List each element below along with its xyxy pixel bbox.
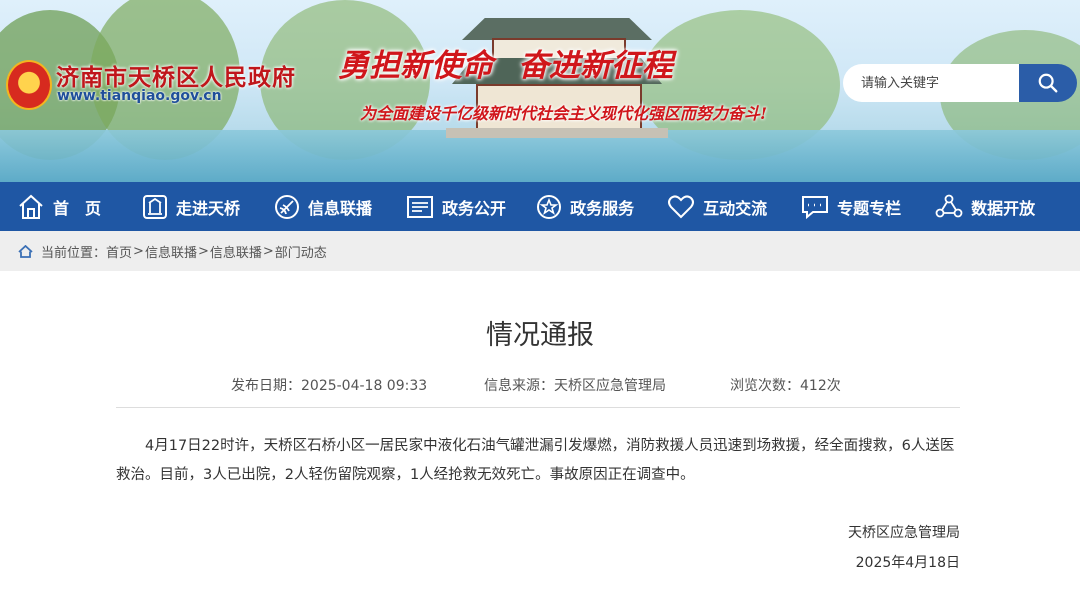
breadcrumb-department-news[interactable]: 部门动态 <box>275 242 327 261</box>
nav-label: 数据开放 <box>971 198 1036 218</box>
nav-news[interactable]: 信息联播 <box>274 182 372 231</box>
slogan-part1: 勇担新使命 <box>338 48 493 84</box>
site-url: www.tianqiao.gov.cn <box>57 88 222 104</box>
document-icon <box>407 195 434 218</box>
article-title: 情况通报 <box>486 320 594 351</box>
nav-gov-affairs[interactable]: 政务公开 <box>406 182 506 231</box>
site-name[interactable]: 济南市天桥区人民政府 <box>56 58 296 92</box>
article-signature: 天桥区应急管理局 <box>848 525 960 541</box>
article-signature-date: 2025年4月18日 <box>855 555 960 571</box>
breadcrumb-separator: > <box>133 243 144 259</box>
heart-icon <box>668 194 695 218</box>
view-count: 浏览次数：412次 <box>730 378 841 394</box>
broadcast-icon <box>275 194 300 219</box>
nav-label: 专题专栏 <box>837 198 902 218</box>
main-nav: 首 页 走进天桥 信息联播 政务公开 政务服务 互动交流 专题专栏 数据开放 <box>0 182 1080 231</box>
nav-label: 走进天桥 <box>176 198 241 218</box>
breadcrumb-news[interactable]: 信息联播 <box>145 242 197 261</box>
chat-icon <box>802 195 829 219</box>
network-icon <box>935 194 963 217</box>
nav-label: 信息联播 <box>308 198 373 218</box>
breadcrumb-home[interactable]: 首页 <box>106 242 132 261</box>
national-emblem-icon <box>6 60 52 110</box>
home-icon <box>19 194 43 219</box>
publish-date: 发布日期：2025-04-18 09:33 <box>231 378 428 394</box>
search-icon <box>1038 73 1058 93</box>
breadcrumb-prefix: 当前位置： <box>41 245 107 261</box>
nav-about-tianqiao[interactable]: 走进天桥 <box>142 182 240 231</box>
article-body: 4月17日22时许，天桥区石桥小区一居民家中液化石油气罐泄漏引发爆燃，消防救援人… <box>116 438 955 483</box>
nav-gov-services[interactable]: 政务服务 <box>536 182 634 231</box>
breadcrumb-separator: > <box>197 243 209 259</box>
nav-open-data[interactable]: 数据开放 <box>935 182 1035 231</box>
header-banner: 济南市天桥区人民政府 www.tianqiao.gov.cn 勇担新使命 奋进新… <box>0 0 1080 182</box>
building-icon <box>143 194 168 219</box>
nav-interaction[interactable]: 互动交流 <box>667 182 767 231</box>
breadcrumb-news-sub[interactable]: 信息联播 <box>210 242 262 261</box>
article: 情况通报 发布日期：2025-04-18 09:33 信息来源：天桥区应急管理局… <box>0 271 1080 595</box>
title-divider <box>116 407 960 408</box>
nav-label: 政务服务 <box>570 198 635 218</box>
search-box <box>843 64 1077 102</box>
location-home-icon <box>18 244 33 258</box>
nav-home[interactable]: 首 页 <box>17 182 101 231</box>
nav-label: 首 页 <box>53 198 102 218</box>
breadcrumb: 当前位置： 首页 > 信息联播 > 信息联播 > 部门动态 <box>0 231 1080 271</box>
search-input[interactable] <box>843 64 1019 102</box>
nav-special-topics[interactable]: 专题专栏 <box>801 182 901 231</box>
nav-label: 互动交流 <box>703 198 768 218</box>
nav-label: 政务公开 <box>442 198 507 218</box>
search-button[interactable] <box>1019 64 1077 102</box>
sub-slogan: 为全面建设千亿级新时代社会主义现代化强区而努力奋斗! <box>360 104 768 123</box>
star-icon <box>537 194 562 219</box>
slogan-part2: 奋进新征程 <box>518 48 673 84</box>
breadcrumb-separator: > <box>262 243 274 259</box>
info-source: 信息来源：天桥区应急管理局 <box>484 378 666 394</box>
